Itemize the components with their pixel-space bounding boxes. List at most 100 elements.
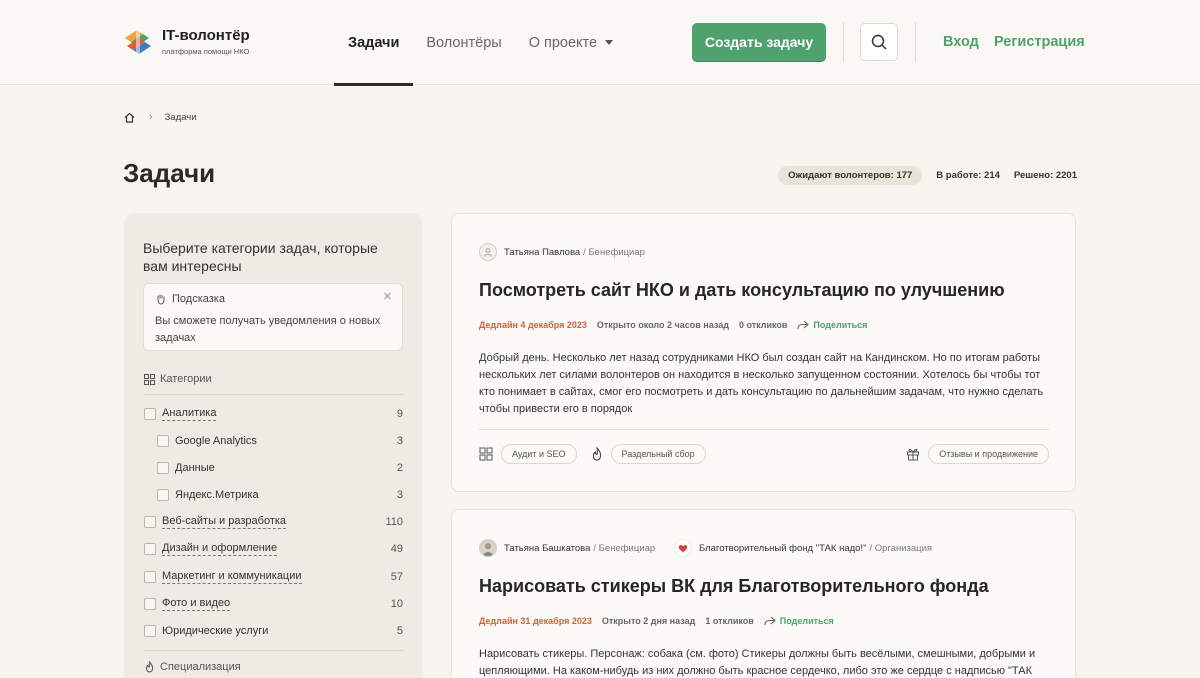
task-meta: Дедлайн 4 декабря 2023 Открыто около 2 ч… [479, 320, 887, 330]
task-description: Добрый день. Несколько лет назад сотрудн… [479, 352, 1044, 415]
chevron-right-icon: › [149, 111, 153, 123]
hint-title: Подсказка [172, 293, 225, 305]
hint-title-row: Подсказка [155, 293, 225, 305]
task-deadline: Дедлайн 31 декабря 2023 [479, 616, 592, 626]
checkbox[interactable] [157, 435, 169, 447]
org-name: Благотворительный фонд "ТАК надо!" [699, 542, 867, 554]
category-websites[interactable]: Веб-сайты и разработка [144, 515, 287, 529]
checkbox[interactable] [144, 408, 156, 420]
share-button[interactable]: Поделиться [797, 320, 877, 330]
category-legal[interactable]: Юридические услуги [144, 624, 268, 638]
nav-tasks[interactable]: Задачи [333, 0, 414, 86]
category-photo-video[interactable]: Фото и видео [144, 597, 231, 611]
share-icon [797, 320, 810, 330]
user-photo-icon [481, 543, 495, 556]
task-opened: Открыто 2 дня назад [601, 616, 696, 626]
task-meta: Дедлайн 31 декабря 2023 Открыто 2 дня на… [479, 616, 854, 626]
category-data[interactable]: Данные [157, 461, 215, 475]
user-icon [483, 248, 493, 257]
category-yandex-metrika[interactable]: Яндекс.Метрика [157, 488, 259, 502]
checkbox[interactable] [144, 543, 156, 555]
breadcrumb: › Задачи [124, 111, 197, 123]
author-role: / Бенефициар [583, 246, 645, 258]
task-description: Нарисовать стикеры. Персонаж: собака (см… [479, 648, 1036, 677]
specialization-title-label: Специализация [160, 661, 241, 673]
register-link[interactable]: Регистрация [994, 34, 1085, 50]
org-role: / Организация [869, 542, 933, 554]
stat-waiting[interactable]: Ожидают волонтеров: 177 [778, 166, 923, 185]
stat-in-progress[interactable]: В работе: 214 [936, 170, 1000, 181]
logo[interactable]: IT-волонтёр платформа помощи НКО [123, 26, 250, 58]
search-button[interactable] [860, 23, 898, 61]
specialization-title: Специализация [144, 661, 241, 673]
category-label: Юридические услуги [162, 625, 269, 637]
nav-volunteers[interactable]: Волонтёры [426, 0, 501, 85]
checkbox[interactable] [157, 489, 169, 501]
task-responses: 1 откликов [705, 616, 754, 626]
category-count: 3 [396, 489, 403, 501]
category-google-analytics[interactable]: Google Analytics [157, 434, 257, 448]
task-card[interactable]: Татьяна Павлова / Бенефициар Посмотреть … [451, 213, 1076, 492]
share-icon [764, 616, 776, 626]
checkbox[interactable] [144, 598, 156, 610]
category-marketing[interactable]: Маркетинг и коммуникации [144, 570, 302, 584]
category-count: 57 [390, 571, 403, 583]
task-card[interactable]: Татьяна Башкатова / Бенефициар Благотвор… [451, 509, 1076, 678]
category-label: Яндекс.Метрика [175, 489, 259, 501]
task-opened: Открыто около 2 часов назад [596, 320, 729, 330]
category-count: 10 [390, 598, 403, 610]
hint-text: Вы сможете получать уведомления о новых … [155, 315, 381, 344]
create-task-button[interactable]: Создать задачу [692, 23, 826, 61]
stat-solved[interactable]: Решено: 2201 [1014, 170, 1077, 181]
share-label: Поделиться [779, 616, 834, 626]
nav-about-label: О проекте [528, 34, 598, 51]
category-label: Данные [175, 462, 215, 474]
author-role: / Бенефициар [593, 542, 656, 554]
category-analytics[interactable]: Аналитика [144, 407, 217, 421]
category-count: 5 [396, 625, 403, 637]
category-count: 49 [390, 543, 403, 555]
gift-icon [906, 447, 920, 461]
header-divider [843, 22, 844, 62]
task-author[interactable]: Татьяна Павлова / Бенефициар [479, 243, 645, 261]
category-label: Дизайн и оформление [162, 542, 278, 556]
task-organization[interactable]: Благотворительный фонд "ТАК надо!" / Орг… [674, 539, 932, 557]
tag-waste-sorting[interactable]: Раздельный сбор [610, 444, 706, 464]
share-button[interactable]: Поделиться [764, 616, 844, 626]
checkbox[interactable] [144, 571, 156, 583]
logo-subtitle: платформа помощи НКО [162, 47, 250, 56]
checkbox[interactable] [144, 516, 156, 528]
category-design[interactable]: Дизайн и оформление [144, 542, 278, 556]
main-nav: Задачи Волонтёры О проекте [333, 0, 640, 86]
task-stats: Ожидают волонтеров: 177 В работе: 214 Ре… [778, 166, 1077, 185]
page-title: Задачи [123, 158, 216, 188]
logo-title: IT-волонтёр [162, 27, 250, 44]
close-icon[interactable]: ✕ [383, 290, 392, 303]
login-link[interactable]: Вход [943, 34, 979, 50]
flame-icon [145, 661, 154, 673]
grid-icon [479, 447, 493, 461]
tag-reviews-promotion[interactable]: Отзывы и продвижение [928, 444, 1049, 464]
category-label: Фото и видео [162, 597, 231, 611]
grid-icon [144, 373, 155, 385]
avatar [479, 539, 497, 557]
nav-about[interactable]: О проекте [528, 0, 614, 85]
task-title[interactable]: Посмотреть сайт НКО и дать консультацию … [479, 280, 1005, 301]
category-count: 110 [385, 516, 403, 528]
share-label: Поделиться [813, 320, 868, 330]
task-author[interactable]: Татьяна Башкатова / Бенефициар [479, 539, 655, 557]
home-icon[interactable] [124, 112, 135, 123]
categories-title: Категории [144, 373, 212, 385]
flame-icon [591, 447, 603, 461]
tag-audit-seo[interactable]: Аудит и SEO [501, 444, 577, 464]
divider [144, 650, 404, 651]
checkbox[interactable] [144, 625, 156, 637]
hand-icon [157, 294, 165, 305]
task-responses: 0 откликов [738, 320, 788, 330]
category-count: 2 [396, 462, 403, 474]
author-name: Татьяна Павлова [504, 246, 581, 258]
checkbox[interactable] [157, 462, 169, 474]
logo-icon [123, 26, 153, 58]
task-title[interactable]: Нарисовать стикеры ВК для Благотворитель… [479, 576, 989, 597]
category-label: Маркетинг и коммуникации [162, 570, 302, 584]
